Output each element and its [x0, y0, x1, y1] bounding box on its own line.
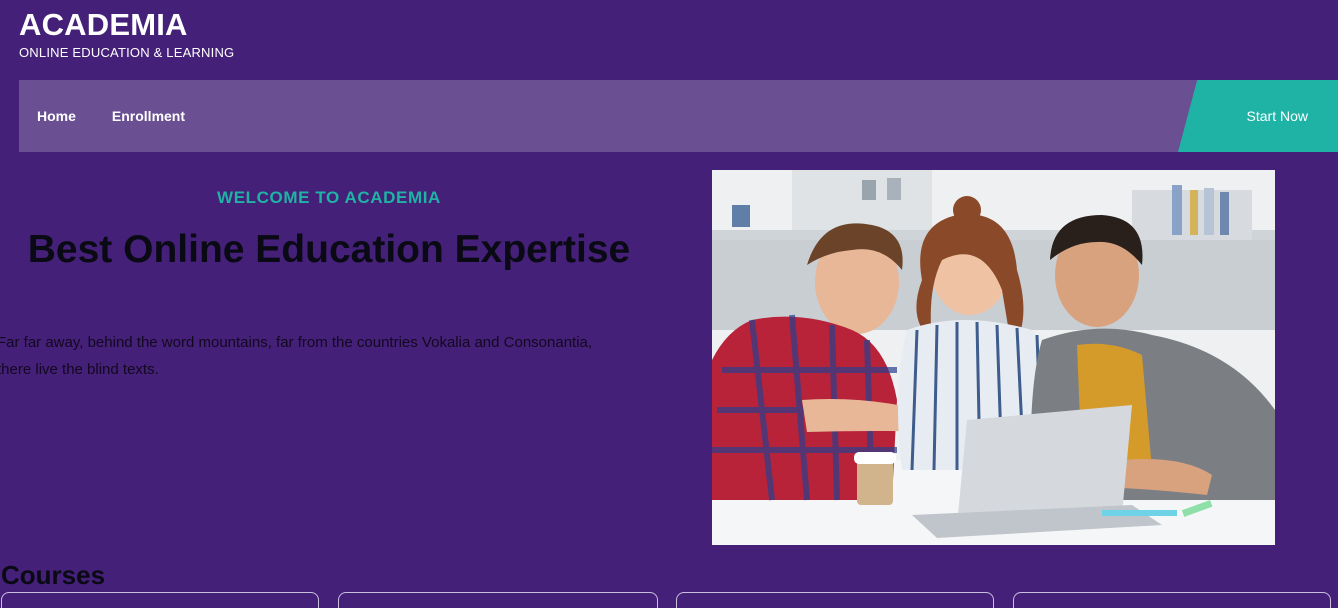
hero-description-line-2: there live the blind texts. [0, 361, 159, 378]
course-card[interactable] [676, 592, 994, 608]
welcome-eyebrow: WELCOME TO ACADEMIA [217, 188, 441, 207]
students-laptop-photo [712, 170, 1275, 545]
brand[interactable]: ACADEMIA ONLINE EDUCATION & LEARNING [19, 8, 234, 62]
brand-subtitle: ONLINE EDUCATION & LEARNING [19, 45, 235, 60]
nav-links: Home Enrollment [37, 80, 185, 152]
start-now-button[interactable]: Start Now [1178, 80, 1338, 152]
course-card[interactable] [338, 592, 658, 608]
courses-heading: Courses [1, 560, 106, 590]
main-nav: Home Enrollment Start Now [19, 80, 1338, 152]
hero-title: Best Online Education Expertise [27, 228, 631, 271]
hero-description-line-1: Far far away, behind the word mountains,… [0, 334, 593, 351]
page: ACADEMIA ONLINE EDUCATION & LEARNING Hom… [0, 0, 1338, 608]
course-card[interactable] [1, 592, 319, 608]
nav-enrollment-link[interactable]: Enrollment [112, 108, 185, 124]
nav-home-link[interactable]: Home [37, 108, 76, 124]
hero-description: Far far away, behind the word mountains,… [0, 329, 657, 383]
course-card[interactable] [1013, 592, 1331, 608]
brand-title[interactable]: ACADEMIA [19, 8, 234, 42]
